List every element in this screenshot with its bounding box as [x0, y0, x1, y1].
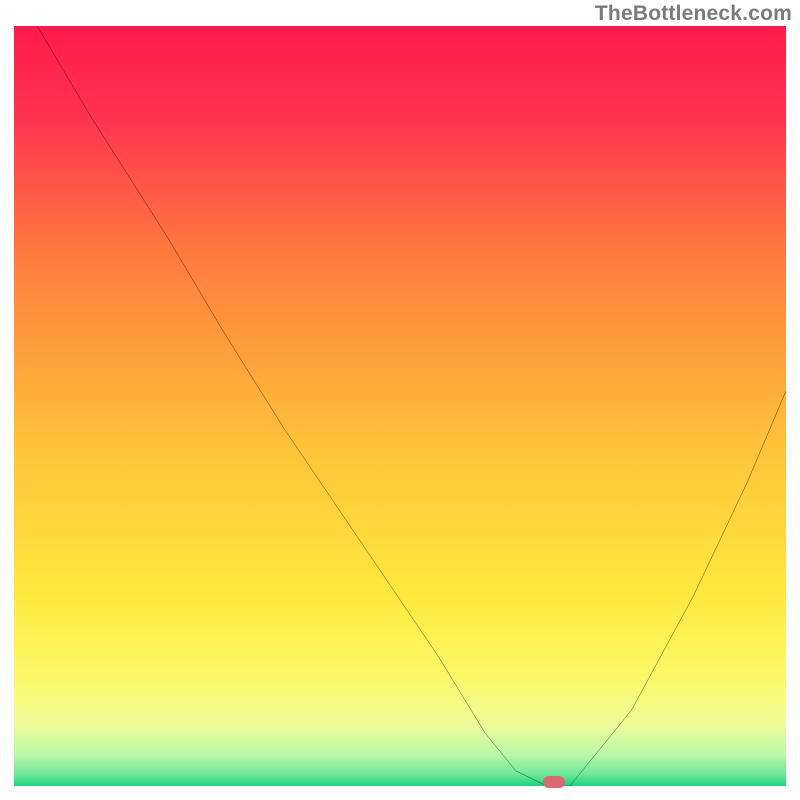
plot-area: [14, 26, 786, 786]
optimum-marker: [543, 776, 565, 788]
watermark-text: TheBottleneck.com: [595, 2, 792, 26]
bottleneck-curve: [14, 26, 786, 786]
